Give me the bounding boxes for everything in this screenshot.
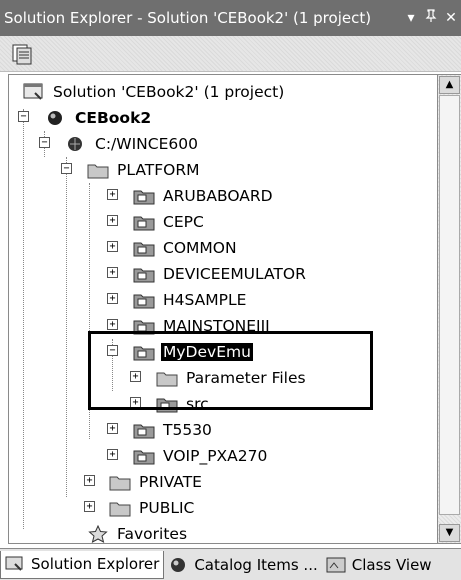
tree-expand-toggle[interactable]: +	[130, 397, 141, 408]
tree-item-mainstoneiii[interactable]: MAINSTONEIII	[133, 313, 272, 339]
platform-root-icon	[65, 135, 87, 153]
tree-item-label: DEVICEEMULATOR	[163, 265, 306, 283]
tree-item-label: CEPC	[163, 213, 204, 231]
tree-expand-toggle[interactable]: +	[107, 293, 118, 304]
tree-item-label: VOIP_PXA270	[163, 447, 268, 465]
folder-icon	[156, 369, 178, 387]
bsp-folder-icon	[133, 187, 155, 205]
tab-class-view[interactable]: Class View	[322, 551, 436, 579]
bsp-folder-icon	[133, 421, 155, 439]
tree-item-t5530[interactable]: T5530	[133, 417, 214, 443]
bsp-folder-icon	[133, 291, 155, 309]
tree-item-label: Favorites	[117, 525, 188, 543]
tree-item-label: Solution 'CEBook2' (1 project)	[53, 83, 285, 101]
favorites-star-icon	[87, 524, 109, 543]
class-view-icon	[326, 556, 348, 574]
tree-item-label: CEBook2	[75, 109, 152, 127]
folder-icon	[87, 161, 109, 179]
tree-expand-toggle[interactable]: +	[107, 423, 118, 434]
tree-collapse-toggle[interactable]: −	[18, 111, 29, 122]
window-position-dropdown[interactable]: ▾	[401, 10, 421, 26]
properties-icon[interactable]	[10, 42, 34, 66]
solution-icon	[23, 83, 45, 101]
scroll-thumb[interactable]	[439, 95, 460, 515]
tree-expand-toggle[interactable]: +	[84, 475, 95, 486]
tree-item-platform[interactable]: PLATFORM	[87, 157, 201, 183]
tree-item-label: H4SAMPLE	[163, 291, 247, 309]
tree-item-project[interactable]: CEBook2	[45, 105, 153, 131]
vertical-scrollbar[interactable]: ▲ ▼	[438, 74, 461, 544]
bsp-folder-icon	[133, 343, 155, 361]
window-titlebar: Solution Explorer - Solution 'CEBook2' (…	[0, 0, 461, 36]
tree-connector	[23, 109, 24, 529]
tree-connector	[89, 183, 90, 439]
tab-label: Solution Explorer	[31, 555, 160, 573]
tree-item-label: Parameter Files	[186, 369, 306, 387]
bsp-folder-icon	[156, 395, 178, 413]
bsp-folder-icon	[133, 239, 155, 257]
tree-item-label: MAINSTONEIII	[163, 317, 270, 335]
bsp-folder-icon	[133, 447, 155, 465]
folder-icon	[109, 499, 131, 517]
tree-item-label: C:/WINCE600	[95, 135, 198, 153]
tree-expand-toggle[interactable]: +	[107, 267, 118, 278]
tree-collapse-toggle[interactable]: −	[107, 345, 118, 356]
tree-item-public[interactable]: PUBLIC	[109, 495, 196, 521]
tree-expand-toggle[interactable]: +	[107, 449, 118, 460]
bsp-folder-icon	[133, 317, 155, 335]
tree-item-label: ARUBABOARD	[163, 187, 273, 205]
tree-item-label: MyDevEmu	[161, 343, 253, 361]
tree-item-parameter-files[interactable]: Parameter Files	[156, 365, 308, 391]
tree-item-mydevemu[interactable]: MyDevEmu	[133, 339, 253, 365]
tree-item-label: PRIVATE	[139, 473, 202, 491]
tree-item-solution[interactable]: Solution 'CEBook2' (1 project)	[23, 79, 286, 105]
tab-catalog-items[interactable]: Catalog Items ...	[164, 551, 321, 579]
tree-item-favorites[interactable]: Favorites	[87, 521, 189, 543]
scroll-up-arrow-icon[interactable]: ▲	[439, 76, 460, 94]
tree-item-voip-pxa270[interactable]: VOIP_PXA270	[133, 443, 269, 469]
tree-item-label: COMMON	[163, 239, 237, 257]
tree-item-arubaboard[interactable]: ARUBABOARD	[133, 183, 275, 209]
tree-item-wince-root[interactable]: C:/WINCE600	[65, 131, 200, 157]
tree-item-label: PUBLIC	[139, 499, 195, 517]
folder-icon	[109, 473, 131, 491]
tree-item-common[interactable]: COMMON	[133, 235, 239, 261]
tree-item-cepc[interactable]: CEPC	[133, 209, 206, 235]
bsp-folder-icon	[133, 213, 155, 231]
tree-expand-toggle[interactable]: +	[107, 189, 118, 200]
tree-expand-toggle[interactable]: +	[107, 319, 118, 330]
solution-explorer-toolbar	[0, 36, 461, 72]
close-button[interactable]: ✕	[441, 10, 461, 26]
tree-collapse-toggle[interactable]: −	[61, 163, 72, 174]
tree-item-label: T5530	[163, 421, 212, 439]
auto-hide-pin-icon[interactable]	[421, 9, 441, 27]
tree-item-label: src	[186, 395, 209, 413]
tree-collapse-toggle[interactable]: −	[39, 137, 50, 148]
tree-item-h4sample[interactable]: H4SAMPLE	[133, 287, 248, 313]
window-title: Solution Explorer - Solution 'CEBook2' (…	[4, 9, 372, 27]
tree-expand-toggle[interactable]: +	[130, 371, 141, 382]
solution-explorer-icon	[5, 555, 27, 573]
tree-expand-toggle[interactable]: +	[84, 501, 95, 512]
solution-tree: Solution 'CEBook2' (1 project) − CEBook2…	[8, 74, 438, 544]
catalog-icon	[168, 556, 190, 574]
tab-label: Catalog Items ...	[194, 555, 318, 574]
tree-connector	[66, 157, 67, 497]
tree-expand-toggle[interactable]: +	[107, 241, 118, 252]
project-icon	[45, 109, 67, 127]
tree-item-label: PLATFORM	[117, 161, 200, 179]
tree-item-private[interactable]: PRIVATE	[109, 469, 204, 495]
tree-expand-toggle[interactable]: +	[107, 215, 118, 226]
tab-solution-explorer[interactable]: Solution Explorer	[0, 550, 165, 579]
bsp-folder-icon	[133, 265, 155, 283]
scroll-down-arrow-icon[interactable]: ▼	[439, 524, 460, 542]
tree-item-src[interactable]: src	[156, 391, 211, 417]
tree-item-deviceemulator[interactable]: DEVICEEMULATOR	[133, 261, 308, 287]
tool-window-tabs: Solution Explorer Catalog Items ... Clas…	[0, 548, 461, 580]
tab-label: Class View	[351, 555, 432, 574]
